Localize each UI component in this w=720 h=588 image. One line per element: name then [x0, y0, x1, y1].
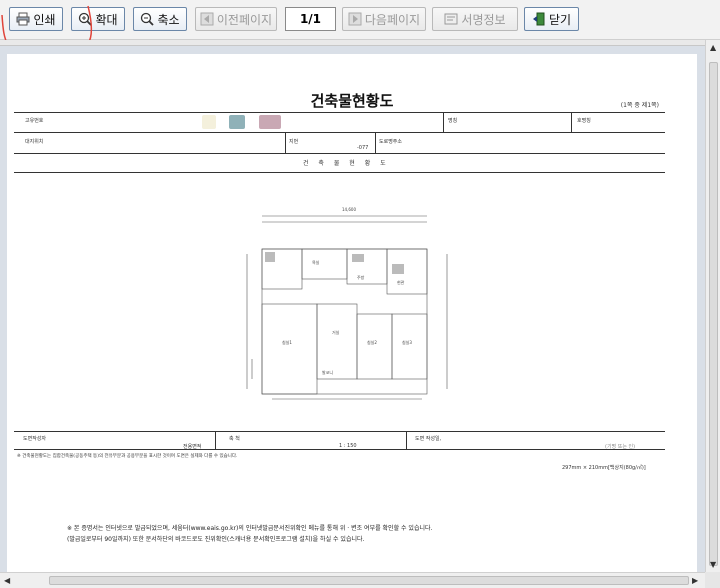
signature-icon	[444, 12, 458, 26]
plan-overall-dimension: 14,600	[342, 207, 356, 212]
zoom-in-button[interactable]: 확대	[71, 7, 125, 31]
plan-room-4: 거실	[332, 329, 340, 335]
redacted-block-2	[229, 115, 245, 129]
signature-info-button[interactable]: 서명정보	[432, 7, 518, 31]
print-button[interactable]: 인쇄	[9, 7, 63, 31]
scroll-down-icon[interactable]: ▼	[710, 560, 716, 569]
seal-label: (기명 또는 인)	[605, 444, 636, 450]
author-label: 도면작성자	[23, 436, 47, 442]
vertical-scroll-thumb[interactable]	[709, 62, 718, 566]
plan-room-1: 침실1	[282, 339, 292, 345]
paper-size: 297mm × 210mm[백상지(80g/㎡)]	[562, 465, 646, 471]
arrow-left-icon	[200, 12, 214, 26]
ho-label: 호명칭	[577, 118, 591, 124]
redacted-block-3	[259, 115, 281, 129]
name-label: 명칭	[448, 118, 458, 124]
exit-door-icon	[532, 12, 546, 26]
notice-line-2: (발급일로부터 90일까지) 또한 문서하단의 바코드로도 진위확인(스캐너용 …	[67, 536, 365, 543]
footer-note: ※ 건축물현황도는 집합건축물(공동주택 등)의 전유부분과 공용부분을 표시한…	[17, 454, 238, 459]
footer-divider-1	[215, 431, 216, 449]
document-viewer: 건축물현황도 (1쪽 중 제1쪽) 고유번호 명칭 호명칭 대지위치 지번 -0…	[0, 40, 720, 588]
lot-label: 지번	[289, 139, 299, 145]
viewer-toolbar: 인쇄 확대 축소 이전페이지 1/1 다음페이지 서명정보 닫기	[0, 0, 720, 40]
document-page: 건축물현황도 (1쪽 중 제1쪽) 고유번호 명칭 호명칭 대지위치 지번 -0…	[7, 54, 697, 572]
zoom-out-label: 축소	[157, 12, 180, 27]
scale-value: 1 : 150	[339, 443, 357, 449]
next-page-label: 다음페이지	[364, 12, 421, 27]
footer-divider-2	[406, 431, 407, 449]
redacted-block-1	[202, 115, 216, 129]
ho-divider	[571, 112, 572, 132]
page-count: (1쪽 중 제1쪽)	[620, 102, 659, 109]
scrollbar-corner	[705, 572, 720, 588]
plan-room-3: 침실3	[402, 339, 412, 345]
close-button[interactable]: 닫기	[524, 7, 579, 31]
zoom-in-label: 확대	[95, 12, 118, 27]
arrow-right-icon	[348, 12, 362, 26]
next-page-button[interactable]: 다음페이지	[342, 7, 426, 31]
page-indicator[interactable]: 1/1	[285, 7, 336, 31]
printer-icon	[16, 12, 30, 26]
lot-divider	[285, 132, 286, 153]
header-mid-rule	[14, 153, 665, 154]
zoom-in-icon	[78, 12, 93, 26]
scroll-up-icon[interactable]: ▲	[710, 43, 716, 52]
footer-bottom-rule	[14, 449, 665, 450]
document-title: 건축물현황도	[310, 92, 394, 110]
road-divider	[375, 132, 376, 153]
notice-line-1: ※ 본 증명서는 인터넷으로 발급되었으며, 세움터(www.eais.go.k…	[67, 525, 433, 532]
footer-top-rule	[14, 431, 665, 432]
zoom-out-button[interactable]: 축소	[133, 7, 187, 31]
horizontal-scrollbar[interactable]: ◀ ▶	[0, 572, 705, 588]
header-row-rule	[14, 132, 665, 133]
signature-info-label: 서명정보	[461, 12, 506, 27]
date-label: 도면 작성일,	[415, 436, 442, 442]
scroll-right-icon[interactable]: ▶	[692, 576, 698, 585]
unique-no-label: 고유번호	[25, 118, 44, 124]
horizontal-scroll-thumb[interactable]	[49, 576, 689, 585]
scale-label: 축 척	[229, 436, 240, 442]
vertical-scrollbar[interactable]: ▲ ▼	[705, 40, 720, 572]
plan-room-6: 주방	[357, 274, 365, 280]
plan-room-7: 발코니	[322, 369, 333, 375]
section-title: 건 축 물 현 황 도	[303, 160, 390, 167]
scroll-left-icon[interactable]: ◀	[4, 576, 10, 585]
plan-room-5: 욕실	[312, 259, 320, 265]
plan-room-8: 현관	[397, 279, 405, 285]
top-ruler	[0, 40, 705, 46]
name-divider	[443, 112, 444, 132]
location-label: 대지위치	[25, 139, 44, 145]
lot-value: -077	[357, 145, 369, 151]
header-bottom-rule	[14, 172, 665, 173]
header-top-rule	[14, 112, 665, 113]
area-label: 전용면적	[183, 444, 202, 450]
plan-room-2: 침실2	[367, 339, 377, 345]
zoom-out-icon	[140, 12, 155, 26]
prev-page-label: 이전페이지	[216, 12, 273, 27]
prev-page-button[interactable]: 이전페이지	[195, 7, 277, 31]
close-label: 닫기	[548, 12, 572, 27]
print-label: 인쇄	[33, 12, 56, 27]
road-address-label: 도로명주소	[379, 139, 403, 145]
floor-plan-drawing: 14,600 침실1 침실2 침실3 거실 욕실 주방 발코니 현관	[246, 207, 448, 400]
